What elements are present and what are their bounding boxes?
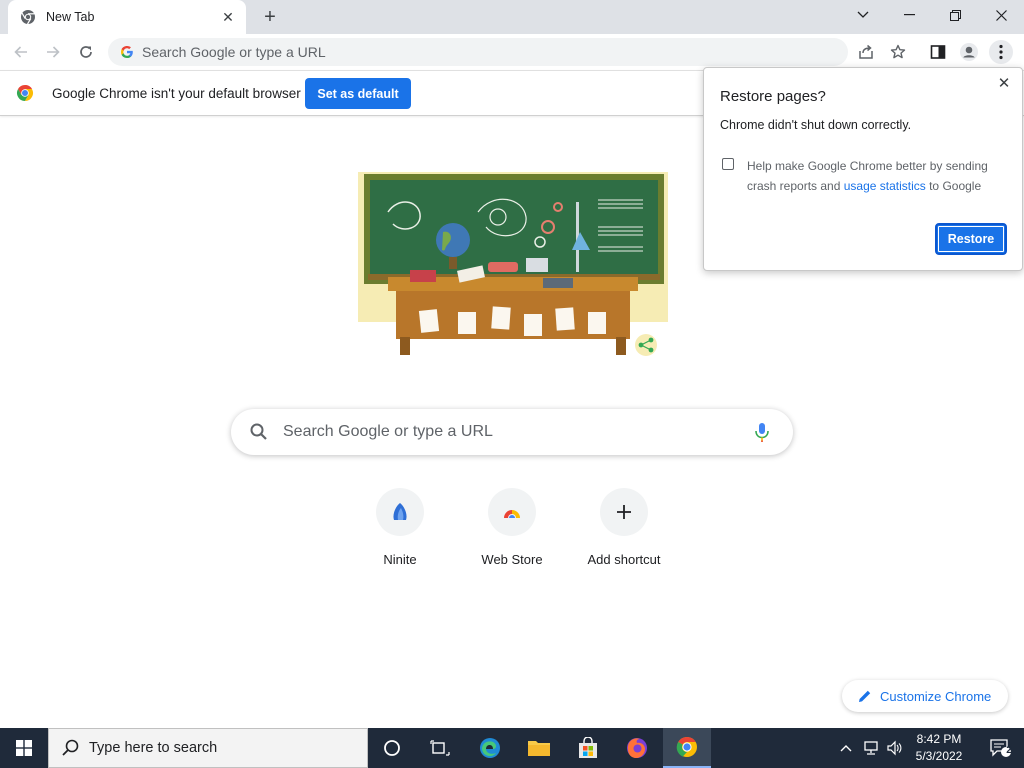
windows-logo-icon [16,740,32,756]
firefox-taskbar-button[interactable] [613,728,661,768]
tab-title: New Tab [46,10,95,24]
browser-toolbar: Search Google or type a URL [0,34,1024,70]
taskbar-search-placeholder: Type here to search [89,740,218,756]
shortcut-label: Web Store [481,552,543,567]
dialog-title: Restore pages? [720,88,826,105]
edge-icon [480,738,500,758]
windows-taskbar: Type here to search 8:42 PM 5/3/2022 2 [0,728,1024,768]
task-view-icon [430,740,450,756]
chrome-logo-icon [16,85,34,101]
store-button[interactable] [564,728,612,768]
set-as-default-button[interactable]: Set as default [305,78,411,109]
window-controls [840,0,1024,30]
search-icon [250,423,267,440]
three-dots-vertical-icon [999,44,1003,60]
tab-search-chevron-icon[interactable] [840,0,886,30]
cortana-circle-icon [384,740,400,756]
clock-date: 5/3/2022 [915,749,963,763]
chrome-favicon-icon [21,10,35,25]
chevron-up-icon [840,745,852,752]
shortcut-tile [376,488,424,536]
folder-icon [528,741,550,756]
usage-statistics-link[interactable]: usage statistics [844,179,926,193]
ntp-search-box[interactable]: Search Google or type a URL [231,409,793,455]
omnibox-placeholder: Search Google or type a URL [142,44,326,60]
google-g-icon [121,46,133,58]
dialog-close-icon[interactable]: ✕ [996,76,1012,92]
web-store-icon [503,508,521,521]
pencil-icon [859,690,871,702]
infobar-message: Google Chrome isn't your default browser [52,86,301,101]
dialog-message: Chrome didn't shut down correctly. [720,118,912,132]
show-hidden-icons-button[interactable] [836,728,856,768]
search-icon [62,739,79,756]
profile-button[interactable] [957,40,981,64]
star-icon [890,44,906,59]
google-doodle-image[interactable] [358,172,668,367]
share-button[interactable] [854,40,878,64]
crash-report-label: Help make Google Chrome better by sendin… [747,156,1009,196]
customize-label: Customize Chrome [880,688,992,704]
tab-strip: New Tab ✕ + [0,0,1024,34]
reload-button[interactable] [74,40,98,64]
notification-count-badge: 2 [1006,745,1012,756]
bookmark-button[interactable] [886,40,910,64]
shortcut-tile [600,488,648,536]
network-icon [864,741,878,755]
voice-search-mic-icon[interactable] [751,421,773,443]
chrome-menu-button[interactable] [989,40,1013,64]
clock-time: 8:42 PM [916,732,962,746]
tab-new-tab[interactable]: New Tab ✕ [8,0,246,34]
side-panel-icon [930,45,946,59]
forward-button[interactable] [41,40,65,64]
cortana-button[interactable] [368,728,416,768]
side-panel-button[interactable] [926,40,950,64]
file-explorer-button[interactable] [515,728,563,768]
shortcut-add[interactable]: Add shortcut [568,488,680,578]
restore-button[interactable]: Restore [935,223,1007,255]
ninite-icon [393,503,407,520]
share-icon [859,44,873,59]
chrome-icon [676,737,697,757]
chrome-taskbar-button[interactable] [663,728,711,768]
tab-close-icon[interactable]: ✕ [220,9,236,25]
new-tab-button[interactable]: + [258,6,282,28]
network-tray-button[interactable] [859,728,883,768]
plus-icon [617,505,631,519]
taskbar-search-box[interactable]: Type here to search [48,728,368,768]
notification-center-button[interactable]: 2 [980,728,1020,768]
customize-chrome-button[interactable]: Customize Chrome [842,680,1008,712]
ntp-search-placeholder: Search Google or type a URL [283,423,493,440]
speaker-icon [887,740,902,756]
back-button[interactable] [9,40,33,64]
task-view-button[interactable] [416,728,464,768]
edge-taskbar-button[interactable] [466,728,514,768]
shortcut-tile [488,488,536,536]
help-text-suffix: to Google [925,179,982,193]
omnibox[interactable]: Search Google or type a URL [108,38,848,66]
firefox-icon [627,738,647,758]
minimize-button[interactable] [886,0,932,30]
forward-arrow-icon [47,46,60,58]
start-button[interactable] [0,728,48,768]
close-window-button[interactable] [978,0,1024,30]
crash-report-checkbox[interactable] [722,158,734,170]
maximize-restore-button[interactable] [932,0,978,30]
restore-pages-dialog: Restore pages? ✕ Chrome didn't shut down… [703,67,1023,271]
shortcut-label: Ninite [383,552,417,567]
shortcut-web-store[interactable]: Web Store [456,488,568,578]
shortcut-label: Add shortcut [587,552,661,567]
volume-tray-button[interactable] [883,728,905,768]
store-bag-icon [579,737,597,758]
reload-icon [80,46,92,58]
taskbar-clock[interactable]: 8:42 PM 5/3/2022 [903,731,975,765]
shortcut-ninite[interactable]: Ninite [344,488,456,578]
back-arrow-icon [14,46,27,58]
profile-avatar-icon [960,43,978,61]
